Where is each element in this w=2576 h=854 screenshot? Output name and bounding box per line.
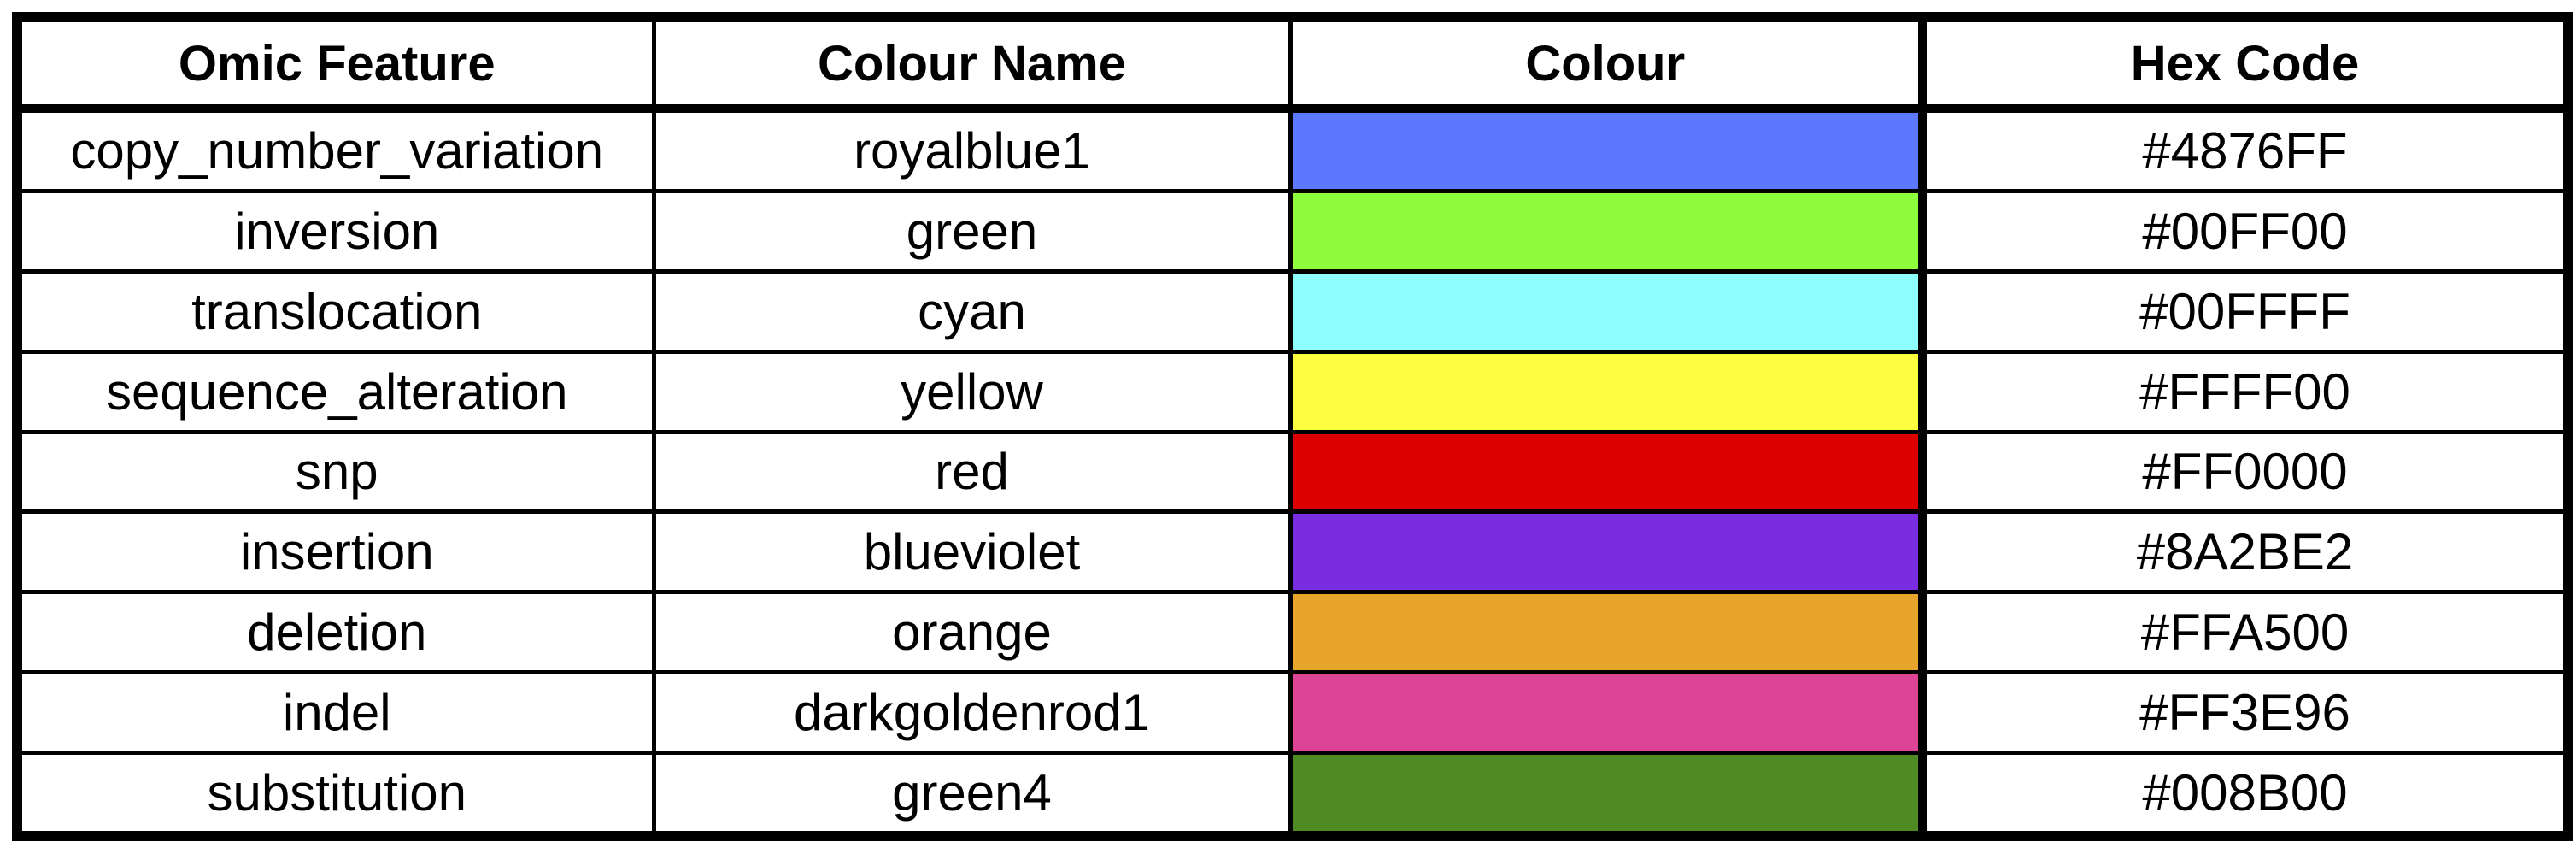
colour-swatch-cell: [1288, 670, 1927, 756]
omic-feature-cell: inversion: [15, 188, 656, 274]
header-colour-name: Colour Name: [651, 15, 1293, 113]
table-row: translocation cyan #00FFFF: [15, 268, 2571, 354]
colour-swatch: [1292, 594, 1918, 671]
hex-code-cell: #008B00: [1920, 751, 2571, 839]
table-row: deletion orange #FFA500: [15, 590, 2571, 675]
omic-feature-cell: insertion: [15, 509, 656, 595]
omic-feature-cell: sequence_alteration: [15, 349, 656, 434]
colour-swatch-cell: [1288, 268, 1927, 354]
colour-name-cell: blueviolet: [651, 509, 1293, 595]
colour-swatch-cell: [1288, 751, 1927, 839]
colour-swatch: [1292, 674, 1918, 751]
colour-swatch-cell: [1288, 188, 1927, 274]
hex-code-cell: #8A2BE2: [1920, 509, 2571, 595]
colour-name-cell: red: [651, 429, 1293, 515]
table-row: substitution green4 #008B00: [15, 751, 2571, 839]
table-header: Omic Feature Colour Name Colour Hex Code: [15, 15, 2571, 113]
colour-swatch: [1292, 755, 1918, 831]
colour-swatch: [1292, 273, 1918, 350]
colour-swatch-cell: [1288, 590, 1927, 675]
table-row: insertion blueviolet #8A2BE2: [15, 509, 2571, 595]
table-row: snp red #FF0000: [15, 429, 2571, 515]
omic-feature-cell: deletion: [15, 590, 656, 675]
table-row: inversion green #00FF00: [15, 188, 2571, 274]
colour-legend-table-container: Omic Feature Colour Name Colour Hex Code…: [12, 12, 2573, 841]
colour-swatch-cell: [1288, 429, 1927, 515]
header-row: Omic Feature Colour Name Colour Hex Code: [15, 15, 2571, 113]
omic-feature-cell: substitution: [15, 751, 656, 839]
colour-swatch: [1292, 433, 1918, 510]
hex-code-cell: #FFFF00: [1920, 349, 2571, 434]
colour-name-cell: darkgoldenrod1: [651, 670, 1293, 756]
colour-name-cell: green4: [651, 751, 1293, 839]
hex-code-cell: #FFA500: [1920, 590, 2571, 675]
colour-swatch-cell: [1288, 106, 1927, 193]
omic-feature-cell: translocation: [15, 268, 656, 354]
header-colour: Colour: [1288, 15, 1927, 113]
colour-swatch-cell: [1288, 509, 1927, 595]
header-hex-code: Hex Code: [1920, 15, 2571, 113]
table-row: copy_number_variation royalblue1 #4876FF: [15, 106, 2571, 193]
omic-feature-cell: copy_number_variation: [15, 106, 656, 193]
table-row: indel darkgoldenrod1 #FF3E96: [15, 670, 2571, 756]
hex-code-cell: #FF0000: [1920, 429, 2571, 515]
omic-feature-cell: snp: [15, 429, 656, 515]
hex-code-cell: #FF3E96: [1920, 670, 2571, 756]
colour-name-cell: royalblue1: [651, 106, 1293, 193]
hex-code-cell: #00FF00: [1920, 188, 2571, 274]
table-body: copy_number_variation royalblue1 #4876FF in…: [15, 106, 2571, 839]
colour-swatch: [1292, 192, 1918, 269]
colour-name-cell: yellow: [651, 349, 1293, 434]
hex-code-cell: #00FFFF: [1920, 268, 2571, 354]
colour-swatch: [1292, 113, 1918, 189]
colour-swatch: [1292, 514, 1918, 591]
colour-name-cell: green: [651, 188, 1293, 274]
colour-name-cell: orange: [651, 590, 1293, 675]
hex-code-cell: #4876FF: [1920, 106, 2571, 193]
omic-feature-cell: indel: [15, 670, 656, 756]
header-omic-feature: Omic Feature: [15, 15, 656, 113]
colour-legend-table: Omic Feature Colour Name Colour Hex Code…: [12, 12, 2573, 841]
colour-swatch-cell: [1288, 349, 1927, 434]
colour-name-cell: cyan: [651, 268, 1293, 354]
colour-swatch: [1292, 353, 1918, 430]
table-row: sequence_alteration yellow #FFFF00: [15, 349, 2571, 434]
